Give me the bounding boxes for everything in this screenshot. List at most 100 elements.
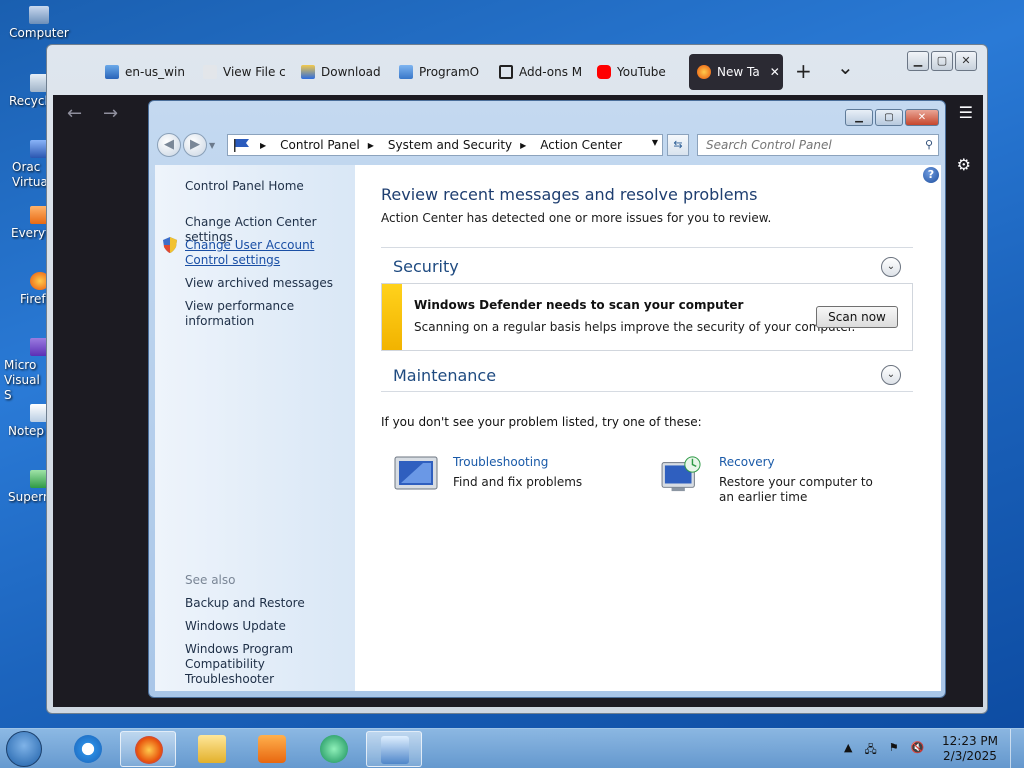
desktop-icon-label: Everyt (11, 226, 48, 240)
help-icon[interactable]: ? (923, 167, 939, 183)
view-performance-information-link[interactable]: View performance information (185, 299, 353, 329)
page-icon (203, 65, 217, 79)
taskbar: ▲ 🖧 ⚑ 🔇 12:23 PM 2/3/2025 (0, 728, 1024, 768)
firefox-icon (697, 65, 711, 79)
breadcrumb-separator[interactable]: ▶ (256, 141, 274, 150)
clock[interactable]: 12:23 PM 2/3/2025 (940, 734, 1000, 764)
control-panel-content: Control Panel Home Change Action Center … (155, 165, 941, 691)
search-icon[interactable]: ⚲ (925, 138, 933, 151)
tab-label: Download (321, 65, 381, 79)
security-collapse-chevron-icon[interactable]: ⌄ (881, 257, 901, 277)
folder-icon (198, 735, 226, 763)
breadcrumb-control-panel[interactable]: Control Panel ▶ (280, 138, 382, 152)
desktop-icon-label: Computer (9, 26, 69, 40)
refresh-button[interactable]: ⇆ (667, 134, 689, 156)
recovery-link[interactable]: Recovery (719, 455, 775, 469)
action-center-flag-icon[interactable]: ⚑ (889, 741, 899, 760)
desktop-icon-label: Firef (20, 292, 46, 306)
list-all-tabs-button[interactable]: ⌄ (837, 55, 854, 79)
desktop-icon-everything[interactable]: Everyt (0, 206, 50, 240)
close-button[interactable]: ✕ (905, 109, 939, 126)
computer-icon (29, 6, 49, 24)
breadcrumb-label: System and Security (387, 138, 513, 152)
tab-en-us-win[interactable]: en-us_win (97, 54, 187, 90)
desktop-icon-label: Supern (8, 490, 48, 504)
tab-programo[interactable]: ProgramO (391, 54, 483, 90)
program-compatibility-troubleshooter-link[interactable]: Windows Program Compatibility Troublesho… (185, 642, 353, 687)
view-archived-messages-link[interactable]: View archived messages (185, 276, 353, 291)
network-icon[interactable]: 🖧 (864, 741, 876, 760)
windows-update-link[interactable]: Windows Update (185, 619, 353, 634)
recent-pages-icon[interactable]: ▼ (209, 141, 215, 150)
address-bar[interactable]: ▶ Control Panel ▶ System and Security ▶ Ac… (227, 134, 663, 156)
change-uac-settings-link[interactable]: Change User Account Control settings (185, 238, 353, 268)
taskbar-internet-explorer[interactable] (60, 731, 116, 767)
control-panel-home-link[interactable]: Control Panel Home (185, 179, 353, 194)
back-arrow-icon[interactable]: ← (67, 103, 82, 124)
desktop-icon-label: Orac Virtua (12, 160, 48, 189)
maintenance-expand-chevron-icon[interactable]: ⌄ (881, 365, 901, 385)
show-hidden-icons-icon[interactable]: ▲ (844, 741, 852, 760)
maximize-button[interactable]: ▢ (875, 109, 903, 126)
minimize-button[interactable]: ▁ (907, 51, 929, 71)
tab-view-file[interactable]: View File c (195, 54, 285, 90)
page-icon (105, 65, 119, 79)
tab-download[interactable]: Download (293, 54, 383, 90)
maximize-button[interactable]: ▢ (931, 51, 953, 71)
close-button[interactable]: ✕ (955, 51, 977, 71)
troubleshooting-link[interactable]: Troubleshooting (453, 455, 548, 469)
clock-time: 12:23 PM (942, 734, 998, 748)
taskbar-file-explorer[interactable] (184, 731, 240, 767)
desktop-icon-label: Notep (8, 424, 45, 438)
desktop-icon-firefox[interactable]: Firef (0, 272, 50, 306)
troubleshooting-monitor-icon (394, 456, 438, 490)
tab-add-ons[interactable]: Add-ons M (491, 54, 581, 90)
start-button[interactable] (6, 731, 42, 767)
scan-now-button[interactable]: Scan now (816, 306, 898, 328)
see-also-heading: See also (185, 573, 236, 587)
volume-muted-icon[interactable]: 🔇 (911, 741, 925, 760)
page-title: Review recent messages and resolve probl… (381, 185, 758, 204)
settings-gear-icon[interactable]: ⚙ (957, 155, 971, 174)
desktop-icon-label: Micro Visual S (4, 358, 40, 402)
security-heading[interactable]: Security (393, 257, 459, 276)
page-icon (399, 65, 413, 79)
search-box: ⚲ (697, 134, 939, 156)
back-button[interactable]: ◀ (157, 133, 181, 157)
search-input[interactable] (698, 135, 912, 155)
puzzle-icon (499, 65, 513, 79)
breadcrumb-label: Action Center (540, 138, 623, 152)
tab-strip: en-us_win View File c Download ProgramO … (47, 45, 987, 95)
tab-youtube[interactable]: YouTube (589, 54, 679, 90)
action-center-flag-icon (234, 139, 249, 152)
breadcrumb-action-center[interactable]: Action Center (540, 138, 622, 152)
internet-explorer-icon (74, 735, 102, 763)
tab-new-tab[interactable]: New Ta ✕ (689, 54, 783, 90)
alert-description: Scanning on a regular basis helps improv… (414, 320, 856, 334)
close-tab-icon[interactable]: ✕ (770, 65, 780, 79)
new-tab-button[interactable]: + (795, 59, 812, 83)
tab-label: Add-ons M (519, 65, 581, 79)
desktop-icon-notepad[interactable]: Notep (0, 404, 50, 438)
desktop-icon-supernotes[interactable]: Supern (0, 470, 50, 504)
taskbar-control-panel[interactable] (366, 731, 422, 767)
backup-and-restore-link[interactable]: Backup and Restore (185, 596, 353, 611)
tab-label: ProgramO (419, 65, 480, 79)
minimize-button[interactable]: ▁ (845, 109, 873, 126)
recovery-monitor-icon (661, 456, 701, 492)
forward-button[interactable]: ▶ (183, 133, 207, 157)
breadcrumb-system-and-security[interactable]: System and Security ▶ (388, 138, 534, 152)
show-desktop-button[interactable] (1010, 729, 1024, 768)
menu-icon[interactable]: ☰ (959, 103, 973, 122)
desktop-icon-visual-studio[interactable]: Micro Visual S (0, 338, 50, 403)
taskbar-app[interactable] (306, 731, 362, 767)
desktop-icon-oracle-virtualbox[interactable]: Orac Virtua (0, 140, 50, 190)
system-tray: ▲ 🖧 ⚑ 🔇 (844, 741, 924, 760)
troubleshooting-description: Find and fix problems (453, 475, 583, 489)
address-dropdown-icon[interactable]: ▼ (652, 138, 658, 147)
taskbar-media-player[interactable] (244, 731, 300, 767)
desktop-icon-computer[interactable]: Computer (4, 6, 74, 40)
maintenance-heading[interactable]: Maintenance (393, 366, 496, 385)
forward-arrow-icon[interactable]: → (103, 103, 118, 124)
taskbar-firefox[interactable] (120, 731, 176, 767)
